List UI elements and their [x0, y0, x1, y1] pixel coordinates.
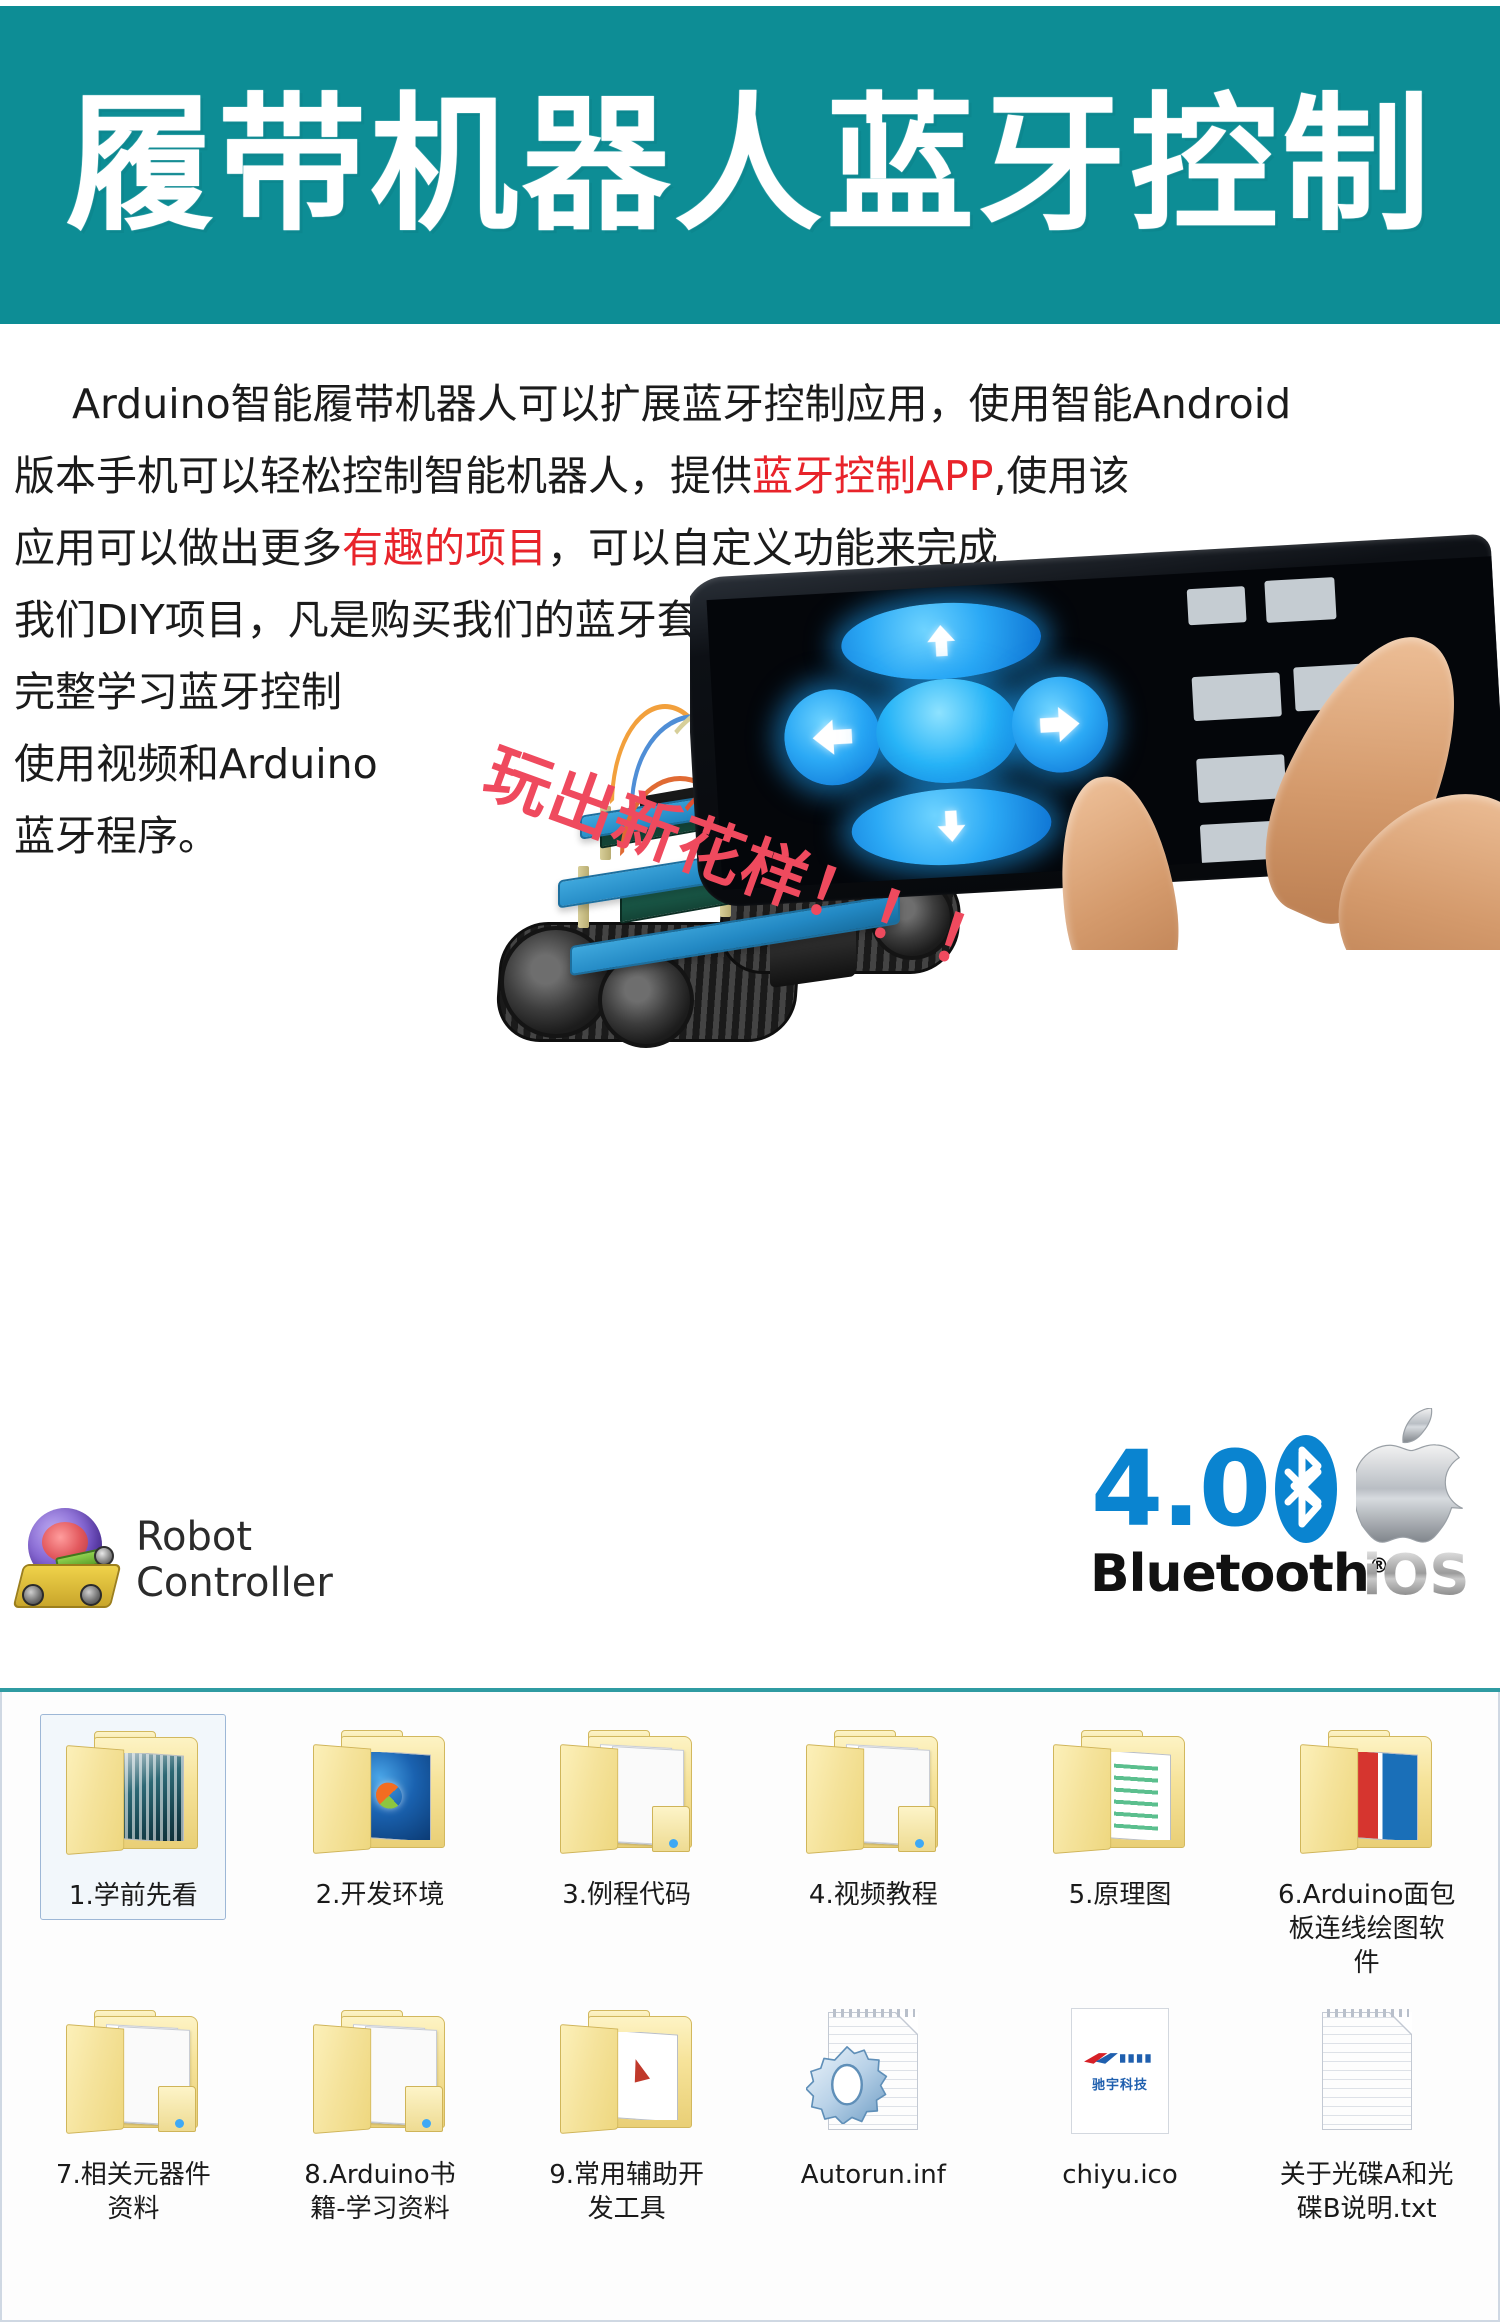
text-segment: Arduino智能履带机器人可以扩展蓝牙控制应用，使用智能Android: [72, 380, 1292, 428]
highlight-bluetooth-app: 蓝牙控制APP: [752, 452, 994, 500]
folder-icon: [1045, 1722, 1195, 1872]
file-label: 关于光碟A和光碟B说明.txt: [1279, 2160, 1454, 2224]
apple-icon: [1356, 1408, 1463, 1543]
file-item-11[interactable]: 驰宇科技 chiyu.ico: [997, 1986, 1244, 2286]
file-label: 9.常用辅助开发工具: [549, 2160, 705, 2224]
text-segment: 我们DIY项目，凡是购买我们的蓝牙套餐，我们会提供: [14, 596, 985, 644]
robot-controller-line-1: Robot: [136, 1514, 253, 1560]
file-item-4[interactable]: 4.视频教程: [750, 1706, 997, 1986]
page-title: 履带机器人蓝牙控制: [66, 79, 1434, 251]
bluetooth-logo: 4.0 Bluetooth®: [1090, 1430, 1389, 1620]
folder-icon: [305, 1722, 455, 1872]
rubber-track: [493, 922, 803, 1042]
robot-wheel: [80, 1584, 102, 1606]
folder-icon: [58, 2002, 208, 2152]
folder-icon: [798, 1722, 948, 1872]
sprocket-wheel: [870, 876, 954, 960]
folder-icon: [552, 1722, 702, 1872]
description-block: Arduino智能履带机器人可以扩展蓝牙控制应用，使用智能Android 版本手…: [14, 368, 1494, 872]
ios-logo: iOS: [1348, 1408, 1484, 1618]
text-file-icon: [1292, 2002, 1442, 2152]
file-item-6[interactable]: 6.Arduino面包板连线绘图软件: [1243, 1706, 1490, 1986]
ios-wordmark: iOS: [1348, 1548, 1484, 1604]
rubber-track: [716, 870, 964, 974]
robot-controller-wordmark: Robot Controller: [136, 1514, 333, 1606]
text-segment: 完整学习蓝牙控制: [14, 668, 342, 716]
text-segment: 蓝牙程序。: [14, 812, 219, 860]
file-label: chiyu.ico: [1062, 2160, 1178, 2190]
product-detail-page: 履带机器人蓝牙控制 Arduino智能履带机器人可以扩展蓝牙控制应用，使用智能A…: [0, 0, 1500, 2322]
description-line-1: Arduino智能履带机器人可以扩展蓝牙控制应用，使用智能Android: [14, 368, 1494, 440]
text-segment: 使用视频和Arduino: [14, 740, 378, 788]
text-segment: ,使用该: [993, 452, 1130, 500]
description-line-7: 蓝牙程序。: [14, 800, 1494, 872]
file-item-2[interactable]: 2.开发环境: [257, 1706, 504, 1986]
description-line-3: 应用可以做出更多有趣的项目，可以自定义功能来完成: [14, 512, 1494, 584]
file-label: 2.开发环境: [315, 1880, 445, 1910]
highlight-interesting-projects: 有趣的项目: [342, 524, 547, 572]
description-line-6: 使用视频和Arduino: [14, 728, 1494, 800]
robot-controller-logo: Robot Controller: [12, 1500, 333, 1620]
file-label: 7.相关元器件资料: [55, 2160, 211, 2224]
ico-file-icon: 驰宇科技: [1045, 2002, 1195, 2152]
file-label: 3.例程代码: [562, 1880, 692, 1910]
file-label: 5.原理图: [1068, 1880, 1172, 1910]
description-line-4: 我们DIY项目，凡是购买我们的蓝牙套餐，我们会提供: [14, 584, 1494, 656]
folder-icon: [58, 1723, 208, 1873]
inf-file-icon: [798, 2002, 948, 2152]
chassis-plate: [570, 893, 900, 977]
bluetooth-version: 4.0: [1090, 1428, 1271, 1550]
bluetooth-version-row: 4.0: [1090, 1430, 1340, 1548]
file-item-5[interactable]: 5.原理图: [997, 1706, 1244, 1986]
text-segment: ，可以自定义功能来完成: [547, 524, 998, 572]
file-label: Autorun.inf: [800, 2160, 946, 2190]
bluetooth-wordmark: Bluetooth®: [1090, 1548, 1389, 1600]
file-item-8[interactable]: 8.Arduino书籍-学习资料: [257, 1986, 504, 2286]
dc-motor: [770, 917, 856, 989]
camera-icon: [94, 1546, 114, 1566]
text-segment: 版本手机可以轻松控制智能机器人，提供: [14, 452, 752, 500]
file-item-12[interactable]: 关于光碟A和光碟B说明.txt: [1243, 1986, 1490, 2286]
robot-wheel: [22, 1584, 44, 1606]
file-item-1[interactable]: 1.学前先看: [10, 1706, 257, 1986]
sprocket-wheel: [598, 952, 694, 1048]
gear-icon: [806, 2046, 888, 2124]
file-item-10[interactable]: Autorun.inf: [750, 1986, 997, 2286]
text-segment: 应用可以做出更多: [14, 524, 342, 572]
file-label: 6.Arduino面包板连线绘图软件: [1277, 1880, 1456, 1978]
standoff-pillar: [578, 866, 589, 928]
folder-icon: [552, 2002, 702, 2152]
chiyu-brand-text: 驰宇科技: [1091, 2078, 1148, 2093]
description-line-2: 版本手机可以轻松控制智能机器人，提供蓝牙控制APP,使用该: [14, 440, 1494, 512]
file-item-9[interactable]: 9.常用辅助开发工具: [503, 1986, 750, 2286]
disc-contents-explorer: 1.学前先看 2.开发环境 3.例程代码 4.视频教程 5.原理图 6.Ardu…: [0, 1692, 1500, 2322]
chiyu-brand-icon: [1084, 2053, 1151, 2064]
file-label: 1.学前先看: [68, 1881, 198, 1911]
folder-icon: [305, 2002, 455, 2152]
page-banner: 履带机器人蓝牙控制: [0, 6, 1500, 324]
file-item-7[interactable]: 7.相关元器件资料: [10, 1986, 257, 2286]
file-item-3[interactable]: 3.例程代码: [503, 1706, 750, 1986]
robot-controller-icon: [12, 1508, 124, 1612]
file-grid: 1.学前先看 2.开发环境 3.例程代码 4.视频教程 5.原理图 6.Ardu…: [10, 1706, 1490, 2286]
sprocket-wheel: [500, 926, 612, 1038]
description-line-5: 完整学习蓝牙控制: [14, 656, 1494, 728]
folder-icon: [1292, 1722, 1442, 1872]
file-label: 8.Arduino书籍-学习资料: [304, 2160, 456, 2224]
robot-controller-line-2: Controller: [136, 1560, 333, 1606]
bluetooth-word: Bluetooth: [1090, 1544, 1370, 1604]
file-label: 4.视频教程: [808, 1880, 938, 1910]
bluetooth-icon: [1275, 1435, 1338, 1543]
